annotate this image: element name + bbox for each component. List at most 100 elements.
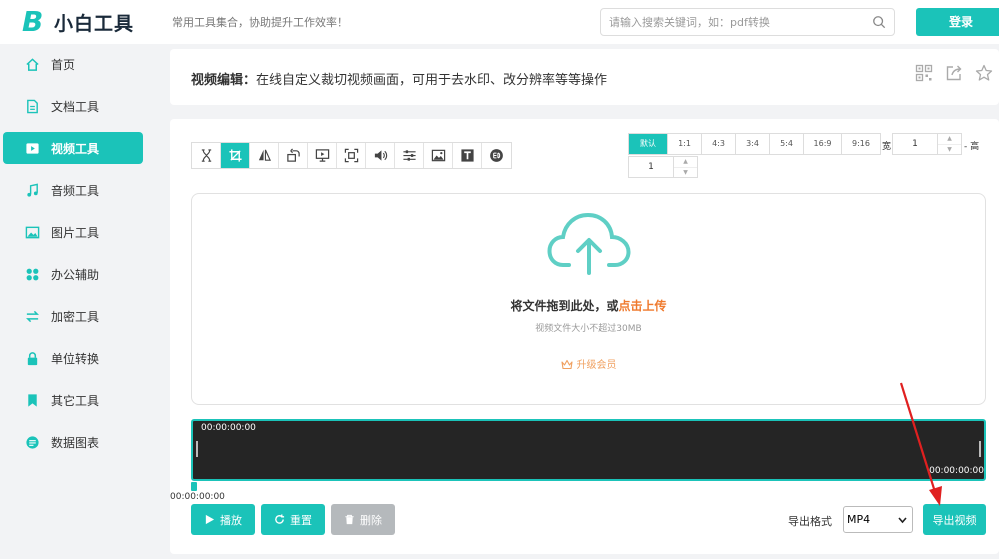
ratio-option[interactable]: 1:1 (668, 134, 702, 154)
play-label: 播放 (220, 513, 242, 527)
subtitle-tool[interactable] (482, 143, 511, 168)
slogan: 常用工具集合，协助提升工作效率！ (172, 16, 348, 29)
text-tool[interactable] (453, 143, 482, 168)
music-icon (27, 183, 38, 197)
sidebar-item-home[interactable]: 首页 (3, 48, 143, 80)
trim-tool[interactable] (192, 143, 221, 168)
crop-tool[interactable] (221, 143, 250, 168)
capture-tool[interactable] (337, 143, 366, 168)
timeline-left-handle[interactable] (196, 441, 198, 457)
ratio-option[interactable]: 9:16 (842, 134, 880, 154)
document-icon (27, 99, 38, 113)
export-label: 导出视频 (932, 513, 977, 527)
swap-icon (26, 310, 39, 322)
title-card: 视频编辑：在线自定义裁切视频画面，可用于去水印、改分辨率等等操作 (170, 49, 999, 105)
upload-link[interactable]: 点击上传 (619, 299, 667, 313)
aspect-ratio-selector: 默认 1:1 4:3 3:4 5:4 16:9 9:16 (628, 133, 881, 155)
export-format-label: 导出格式 (788, 515, 832, 528)
annotation-arrow-icon (899, 382, 942, 506)
apps-icon (26, 268, 39, 280)
width-label: 宽 (882, 142, 892, 152)
delete-button[interactable]: 删除 (331, 504, 395, 535)
upgrade-vip-link[interactable]: 升级会员 (192, 356, 985, 371)
search-icon[interactable] (872, 15, 886, 29)
height-input[interactable]: 1 ▲ ▼ (628, 156, 698, 178)
sidebar-item-label: 单位转换 (51, 351, 100, 366)
rotate-icon (286, 148, 300, 162)
ratio-option[interactable]: 3:4 (736, 134, 770, 154)
sidebar-item-label: 图片工具 (51, 225, 100, 240)
refresh-icon (275, 514, 285, 524)
picture-tool[interactable] (424, 143, 453, 168)
video-icon (26, 142, 39, 154)
cursor-time: 00:00:00:00 (170, 492, 225, 502)
logo-mark: B (22, 5, 44, 38)
chart-icon (26, 435, 39, 449)
editor-card: 默认 1:1 4:3 3:4 5:4 16:9 9:16 宽 1 ▲ ▼ - 高 … (170, 119, 999, 554)
rotate-tool[interactable] (279, 143, 308, 168)
trash-icon (345, 514, 354, 525)
adjust-tool[interactable] (395, 143, 424, 168)
ratio-option[interactable]: 4:3 (702, 134, 736, 154)
delete-label: 删除 (360, 513, 382, 527)
sidebar-item-image[interactable]: 图片工具 (3, 216, 143, 248)
sidebar-item-audio[interactable]: 音频工具 (3, 174, 143, 206)
logo-text: 小白工具 (54, 12, 135, 35)
width-input[interactable]: 1 ▲ ▼ (892, 133, 962, 155)
width-value: 1 (912, 139, 918, 149)
sidebar-item-video[interactable]: 视频工具 (3, 132, 143, 164)
sidebar-item-encrypt[interactable]: 加密工具 (3, 300, 143, 332)
ratio-option[interactable]: 16:9 (804, 134, 842, 154)
timeline-start-time: 00:00:00:00 (201, 423, 256, 433)
reset-label: 重置 (290, 513, 312, 527)
upload-prompt: 将文件拖到此处，或点击上传 (192, 297, 985, 314)
volume-tool[interactable] (366, 143, 395, 168)
sidebar-item-document[interactable]: 文档工具 (3, 90, 143, 122)
chevron-down-icon (898, 517, 907, 524)
sidebar-item-label: 首页 (51, 57, 76, 72)
sidebar-item-label: 办公辅助 (51, 267, 100, 282)
edit-toolbar (191, 142, 512, 169)
height-label: - 高 (964, 142, 980, 152)
star-icon[interactable] (975, 64, 993, 82)
video-timeline[interactable]: 00:00:00:00 00:00:00:00 (191, 419, 986, 481)
crown-icon (560, 359, 573, 370)
share-icon[interactable] (945, 64, 963, 82)
height-value: 1 (648, 162, 654, 172)
timeline-cursor[interactable] (191, 482, 197, 491)
sidebar-item-label: 加密工具 (51, 309, 100, 324)
export-format-select[interactable]: MP4 (843, 506, 913, 533)
play-icon (205, 514, 215, 525)
login-button[interactable]: 登录 (916, 8, 999, 36)
sidebar-item-label: 音频工具 (51, 183, 100, 198)
height-stepper[interactable]: ▲ ▼ (673, 157, 697, 177)
bookmark-icon (28, 393, 37, 407)
screen-tool[interactable] (308, 143, 337, 168)
timeline-right-handle[interactable] (979, 441, 981, 457)
sidebar-item-other[interactable]: 其它工具 (3, 384, 143, 416)
page-title: 视频编辑：在线自定义裁切视频画面，可用于去水印、改分辨率等等操作 (191, 69, 607, 88)
flip-tool[interactable] (250, 143, 279, 168)
reset-button[interactable]: 重置 (261, 504, 325, 535)
upload-dropzone[interactable]: 将文件拖到此处，或点击上传 视频文件大小不超过30MB 升级会员 (191, 193, 986, 405)
search-input[interactable] (601, 9, 861, 35)
upgrade-vip-label: 升级会员 (576, 360, 617, 371)
play-button[interactable]: 播放 (191, 504, 255, 535)
ratio-option[interactable]: 默认 (629, 134, 668, 154)
sidebar: 首页 文档工具 视频工具 音频工具 图片工具 办公辅助 加密工具 单位转换 其它… (0, 44, 150, 559)
ratio-option[interactable]: 5:4 (770, 134, 804, 154)
adjust-icon (402, 150, 416, 161)
width-stepper[interactable]: ▲ ▼ (937, 134, 961, 154)
search-box (600, 8, 895, 36)
sidebar-item-chart[interactable]: 数据图表 (3, 426, 143, 458)
top-bar: B 小白工具 常用工具集合，协助提升工作效率！ 登录 (0, 0, 999, 44)
qrcode-icon[interactable] (915, 64, 933, 82)
sidebar-item-unit[interactable]: 单位转换 (3, 342, 143, 374)
home-icon (26, 57, 39, 71)
sidebar-item-office[interactable]: 办公辅助 (3, 258, 143, 290)
page-title-bold: 视频编辑： (191, 73, 257, 88)
flip-icon (258, 149, 271, 161)
page-title-desc: 在线自定义裁切视频画面，可用于去水印、改分辨率等等操作 (256, 73, 608, 88)
subtitle-icon (490, 149, 503, 162)
logo[interactable]: B 小白工具 (22, 7, 134, 37)
